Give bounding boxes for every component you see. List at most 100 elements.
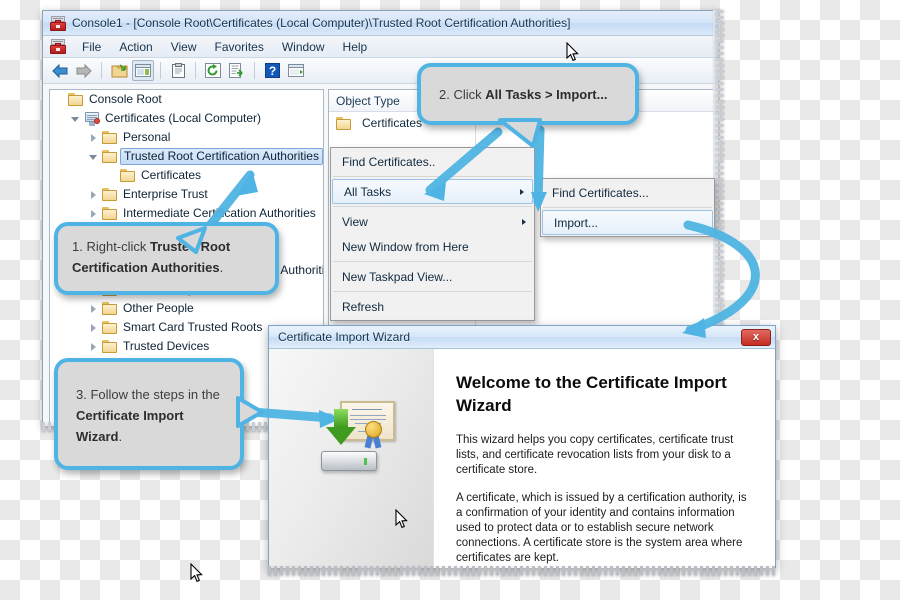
tree-node-label: Personal — [123, 130, 171, 144]
wizard-title-text: Certificate Import Wizard — [278, 330, 411, 344]
new-window-icon[interactable] — [285, 60, 307, 81]
context-menu-item[interactable]: New Taskpad View... — [331, 264, 534, 289]
certificate-import-illustration — [307, 399, 408, 529]
chevron-right-icon[interactable] — [88, 189, 100, 201]
chevron-right-icon[interactable] — [88, 208, 100, 220]
wizard-content-panel: Welcome to the Certificate Import Wizard… — [434, 349, 775, 568]
folder-icon — [68, 93, 84, 106]
chevron-down-icon[interactable] — [70, 113, 82, 125]
tree-node-label: Trusted Devices — [123, 339, 210, 353]
tree-node[interactable]: Personal — [50, 128, 323, 147]
menu-separator — [333, 291, 532, 292]
callout-text-part: . — [219, 260, 224, 275]
show-hide-console-tree-icon[interactable] — [108, 60, 130, 81]
context-submenu-item-label: Import... — [554, 215, 599, 230]
chevron-down-icon[interactable] — [88, 151, 100, 163]
wizard-title-bar: Certificate Import Wizard x — [269, 326, 775, 349]
pointer-desktop-cursor — [190, 563, 900, 583]
tree-node[interactable]: Enterprise Trust — [50, 185, 323, 204]
export-list-icon[interactable] — [226, 60, 248, 81]
chevron-right-icon[interactable] — [88, 132, 100, 144]
tree-node-label: Smart Card Trusted Roots — [123, 320, 263, 334]
callout-2-text: 2. Click All Tasks > Import... — [439, 84, 607, 105]
menu-favorites[interactable]: Favorites — [206, 38, 273, 56]
properties-icon[interactable] — [167, 60, 189, 81]
folder-icon — [336, 116, 352, 130]
refresh-icon[interactable] — [202, 60, 224, 81]
menu-help[interactable]: Help — [334, 38, 377, 56]
show-hide-action-pane-icon[interactable] — [132, 60, 154, 81]
svg-text:?: ? — [268, 64, 275, 78]
tree-node[interactable]: Intermediate Certification Authorities — [50, 204, 323, 223]
menu-view[interactable]: View — [162, 38, 206, 56]
wizard-body: Welcome to the Certificate Import Wizard… — [269, 349, 775, 568]
context-menu-item[interactable]: Find Certificates.. — [331, 149, 534, 174]
chevron-right-icon[interactable] — [88, 341, 100, 353]
callout-1: 1. Right-click Trusted Root Certificatio… — [54, 222, 279, 295]
toolbar-separator — [160, 62, 161, 79]
wizard-heading: Welcome to the Certificate Import Wizard — [456, 373, 727, 415]
context-menu-item[interactable]: New Window from Here — [331, 234, 534, 259]
menu-separator — [333, 206, 532, 207]
menu-separator — [543, 207, 712, 208]
tree-node-label: Intermediate Certification Authorities — [123, 206, 316, 220]
folder-icon — [120, 169, 136, 182]
tree-node-label: Certificates — [141, 168, 202, 182]
folder-icon — [102, 131, 118, 144]
certificate-import-wizard-dialog: Certificate Import Wizard x Welcome to t… — [268, 325, 776, 568]
tree-node-label: Other People — [123, 301, 194, 315]
context-submenu-all-tasks[interactable]: Find Certificates... Import... — [540, 178, 715, 237]
column-header-object-type: Object Type — [336, 93, 400, 108]
chevron-right-icon — [522, 218, 526, 225]
menu-separator — [333, 261, 532, 262]
context-menu-item-label: Find Certificates.. — [342, 154, 436, 169]
chevron-right-icon — [520, 188, 524, 195]
tree-node-label: Console Root — [89, 92, 162, 106]
close-icon[interactable]: x — [741, 328, 771, 346]
pointer-menubar-cursor — [566, 42, 900, 62]
callout-3: 3. Follow the steps in the Certificate I… — [54, 358, 244, 470]
console-title-text: Console1 - [Console Root\Certificates (L… — [72, 16, 571, 30]
tree-node[interactable]: Console Root — [50, 90, 323, 109]
context-submenu-item[interactable]: Find Certificates... — [541, 180, 714, 205]
menu-separator — [333, 176, 532, 177]
list-item-label: Certificates — [362, 116, 423, 130]
chevron-right-icon[interactable] — [88, 322, 100, 334]
forward-icon[interactable] — [73, 60, 95, 81]
context-menu-item[interactable]: View — [331, 209, 534, 234]
mmc-console-icon — [50, 15, 66, 31]
pointer-wizard-art-cursor — [395, 509, 408, 529]
tree-node[interactable]: Trusted Root Certification Authorities — [50, 147, 323, 166]
context-menu-item-label: New Window from Here — [342, 239, 469, 254]
callout-1-text: 1. Right-click Trusted Root Certificatio… — [72, 236, 261, 278]
certificate-store-icon — [84, 111, 100, 126]
folder-icon — [102, 188, 118, 201]
back-icon[interactable] — [49, 60, 71, 81]
callout-2: 2. Click All Tasks > Import... — [417, 63, 639, 125]
tree-node-label: Trusted Root Certification Authorities — [120, 148, 323, 165]
menu-window[interactable]: Window — [273, 38, 334, 56]
menu-action[interactable]: Action — [110, 38, 161, 56]
context-menu-item[interactable]: All Tasks — [332, 179, 533, 204]
help-icon[interactable]: ? — [261, 60, 283, 81]
context-menu-item-label: View — [342, 214, 368, 229]
callout-text-part: 1. Right-click — [72, 239, 151, 254]
context-submenu-item-label: Find Certificates... — [552, 185, 649, 200]
tree-node[interactable]: Certificates — [50, 166, 323, 185]
toolbar-separator — [254, 62, 255, 79]
callout-text-part: 3. Follow the steps in the — [76, 387, 220, 402]
folder-icon — [102, 302, 118, 315]
context-menu-item[interactable]: Refresh — [331, 294, 534, 319]
wizard-banner-panel — [269, 349, 434, 568]
context-submenu-item[interactable]: Import... — [542, 210, 713, 235]
context-menu[interactable]: Find Certificates.. All Tasks View New Wind… — [330, 147, 535, 321]
folder-icon — [102, 321, 118, 334]
callout-text-part: 2. Click — [439, 86, 486, 102]
chevron-right-icon[interactable] — [88, 303, 100, 315]
mmc-system-menu-icon[interactable] — [50, 39, 66, 54]
tree-node[interactable]: Other People — [50, 299, 323, 318]
tree-node[interactable]: Certificates (Local Computer) — [50, 109, 323, 128]
console-title-bar: Console1 - [Console Root\Certificates (L… — [43, 11, 718, 36]
menu-file[interactable]: File — [73, 38, 110, 56]
